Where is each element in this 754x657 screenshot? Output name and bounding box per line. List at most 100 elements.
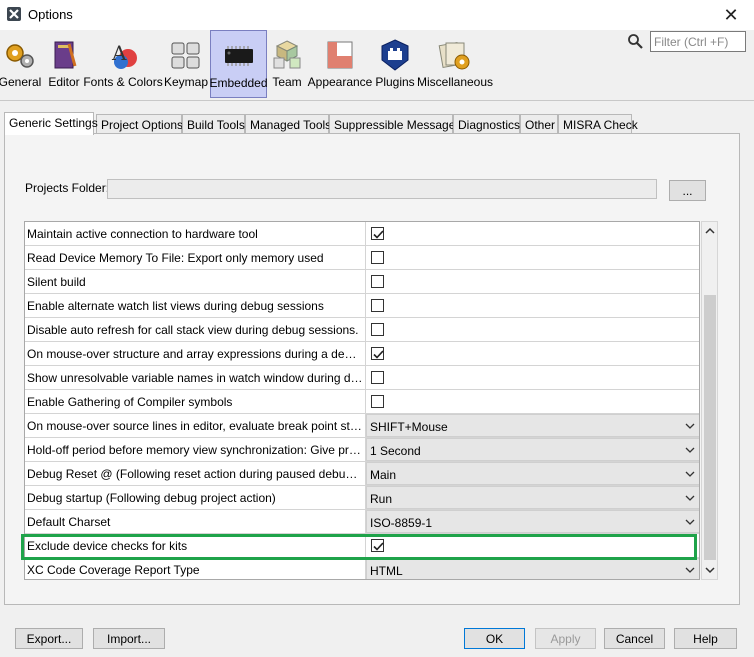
setting-dropdown[interactable]: Run bbox=[366, 486, 699, 509]
setting-value-cell: Main bbox=[365, 462, 699, 486]
export-button[interactable]: Export... bbox=[15, 628, 83, 649]
toolbar-item-fonts-colors[interactable]: A Fonts & Colors bbox=[83, 30, 163, 98]
scroll-thumb[interactable] bbox=[704, 295, 716, 560]
toolbar-label: Miscellaneous bbox=[416, 75, 494, 89]
tab-build-tools[interactable]: Build Tools bbox=[182, 114, 245, 134]
import-button[interactable]: Import... bbox=[93, 628, 165, 649]
toolbar-item-general[interactable]: General bbox=[0, 30, 42, 98]
chevron-down-icon bbox=[685, 519, 695, 525]
tab-generic-settings[interactable]: Generic Settings bbox=[4, 112, 98, 135]
setting-row: Debug startup (Following debug project a… bbox=[25, 486, 699, 510]
toolbar-item-embedded[interactable]: Embedded bbox=[209, 30, 268, 98]
tab-diagnostics[interactable]: Diagnostics bbox=[453, 114, 520, 134]
chevron-down-icon bbox=[685, 495, 695, 501]
checkmark-icon bbox=[373, 230, 384, 239]
tab-suppressible-messages[interactable]: Suppressible Messages bbox=[329, 114, 461, 134]
toolbar-label: General bbox=[0, 75, 42, 89]
close-button[interactable]: ✕ bbox=[708, 0, 754, 30]
setting-checkbox[interactable] bbox=[371, 323, 384, 336]
title-bar: Options ✕ bbox=[0, 0, 754, 30]
setting-name: Read Device Memory To File: Export only … bbox=[27, 251, 324, 265]
scroll-down-icon[interactable] bbox=[705, 567, 715, 574]
chevron-down-icon bbox=[685, 423, 695, 429]
setting-row: Disable auto refresh for call stack view… bbox=[25, 318, 699, 342]
setting-checkbox[interactable] bbox=[371, 395, 384, 408]
setting-checkbox[interactable] bbox=[371, 227, 384, 240]
setting-name: Exclude device checks for kits bbox=[27, 539, 188, 553]
setting-dropdown[interactable]: 1 Second bbox=[366, 438, 699, 461]
setting-value-cell: 1 Second bbox=[365, 438, 699, 462]
toolbar-label: Fonts & Colors bbox=[83, 75, 163, 89]
setting-dropdown[interactable]: ISO-8859-1 bbox=[366, 510, 699, 533]
setting-row: On mouse-over source lines in editor, ev… bbox=[25, 414, 699, 438]
team-icon bbox=[273, 40, 301, 69]
dropdown-value: 1 Second bbox=[370, 444, 421, 458]
chip-icon bbox=[224, 46, 253, 66]
tab-misra-check[interactable]: MISRA Check bbox=[558, 114, 638, 134]
grid-scrollbar[interactable] bbox=[701, 221, 718, 580]
setting-value-cell bbox=[365, 270, 699, 294]
cancel-button[interactable]: Cancel bbox=[604, 628, 665, 649]
setting-name: Default Charset bbox=[27, 515, 111, 529]
toolbar-item-team[interactable]: Team bbox=[269, 30, 305, 98]
tab-project-options[interactable]: Project Options bbox=[96, 114, 183, 134]
plugins-icon bbox=[381, 39, 409, 71]
setting-name: XC Code Coverage Report Type bbox=[27, 563, 200, 577]
setting-dropdown[interactable]: SHIFT+Mouse bbox=[366, 414, 699, 437]
setting-name: On mouse-over source lines in editor, ev… bbox=[27, 419, 365, 433]
setting-dropdown[interactable]: HTML bbox=[366, 558, 699, 579]
setting-row: Silent build bbox=[25, 270, 699, 294]
tab-managed-tools[interactable]: Managed Tools bbox=[245, 114, 331, 134]
dropdown-value: Main bbox=[370, 468, 397, 482]
setting-value-cell: HTML bbox=[365, 558, 699, 579]
checkmark-icon bbox=[373, 350, 384, 359]
dropdown-value: HTML bbox=[370, 564, 403, 578]
toolbar-label: Keymap bbox=[163, 75, 209, 89]
gears-icon bbox=[6, 44, 34, 68]
projects-folder-field[interactable] bbox=[107, 179, 657, 199]
setting-name: Maintain active connection to hardware t… bbox=[27, 227, 258, 241]
setting-checkbox[interactable] bbox=[371, 347, 384, 360]
setting-row: Debug Reset @ (Following reset action du… bbox=[25, 462, 699, 486]
filter-input[interactable]: Filter (Ctrl +F) bbox=[650, 31, 746, 52]
toolbar-item-appearance[interactable]: Appearance bbox=[308, 30, 372, 98]
misc-icon bbox=[438, 42, 470, 70]
setting-row: Enable alternate watch list views during… bbox=[25, 294, 699, 318]
toolbar-item-keymap[interactable]: Keymap bbox=[164, 30, 208, 98]
setting-checkbox[interactable] bbox=[371, 251, 384, 264]
setting-row: XC Code Coverage Report Type HTML bbox=[25, 558, 699, 579]
setting-checkbox[interactable] bbox=[371, 275, 384, 288]
setting-checkbox[interactable] bbox=[371, 299, 384, 312]
setting-value-cell bbox=[365, 534, 699, 558]
toolbar-label: Editor bbox=[48, 75, 80, 89]
setting-dropdown[interactable]: Main bbox=[366, 462, 699, 485]
dropdown-value: SHIFT+Mouse bbox=[370, 420, 448, 434]
setting-name: Enable Gathering of Compiler symbols bbox=[27, 395, 233, 409]
setting-row: Exclude device checks for kits bbox=[25, 534, 699, 558]
setting-value-cell: Run bbox=[365, 486, 699, 510]
scroll-up-icon[interactable] bbox=[705, 227, 715, 234]
toolbar-item-editor[interactable]: Editor bbox=[45, 30, 83, 98]
toolbar-item-plugins[interactable]: Plugins bbox=[374, 30, 416, 98]
help-button[interactable]: Help bbox=[674, 628, 737, 649]
checkmark-icon bbox=[373, 542, 384, 551]
setting-value-cell bbox=[365, 318, 699, 342]
dropdown-value: ISO-8859-1 bbox=[370, 516, 433, 530]
svg-text:A: A bbox=[111, 41, 127, 65]
tab-other[interactable]: Other bbox=[520, 114, 558, 134]
keymap-icon bbox=[171, 42, 200, 69]
toolbar-item-miscellaneous[interactable]: Miscellaneous bbox=[416, 30, 494, 98]
setting-name: Debug Reset @ (Following reset action du… bbox=[27, 467, 365, 481]
setting-checkbox[interactable] bbox=[371, 371, 384, 384]
search-icon bbox=[628, 34, 643, 49]
settings-grid: Maintain active connection to hardware t… bbox=[24, 221, 700, 580]
setting-checkbox[interactable] bbox=[371, 539, 384, 552]
window-title: Options bbox=[28, 7, 73, 22]
browse-button[interactable]: ... bbox=[669, 180, 706, 201]
setting-value-cell bbox=[365, 390, 699, 414]
ok-button[interactable]: OK bbox=[464, 628, 525, 649]
toolbar-label: Plugins bbox=[375, 75, 415, 89]
apply-button[interactable]: Apply bbox=[535, 628, 596, 649]
setting-value-cell: SHIFT+Mouse bbox=[365, 414, 699, 438]
setting-row: Maintain active connection to hardware t… bbox=[25, 222, 699, 246]
